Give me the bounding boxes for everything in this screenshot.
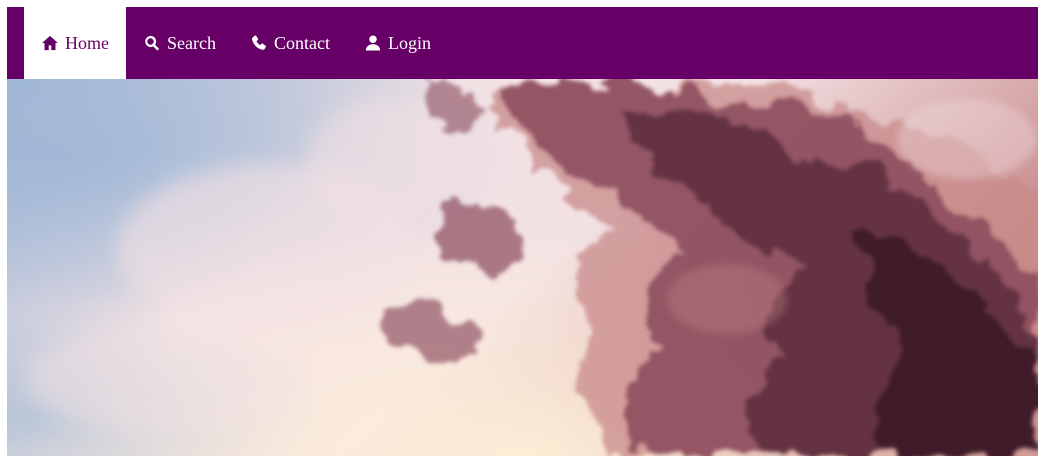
nav-item-label: Home — [65, 33, 109, 53]
search-icon — [143, 34, 161, 52]
top-navbar: Home Search Contact Login — [7, 7, 1038, 79]
page: Home Search Contact Login — [7, 7, 1038, 456]
nav-item-label: Login — [387, 33, 431, 53]
nav-item-label: Search — [167, 33, 216, 53]
hero-image — [7, 79, 1038, 456]
nav-item-search[interactable]: Search — [126, 7, 233, 79]
nav-item-home[interactable]: Home — [24, 7, 126, 79]
nav-item-label: Contact — [273, 33, 330, 53]
nav-item-contact[interactable]: Contact — [233, 7, 347, 79]
home-icon — [41, 34, 59, 52]
sunset-clouds-image — [7, 79, 1038, 456]
nav-item-login[interactable]: Login — [347, 7, 448, 79]
phone-icon — [250, 34, 268, 52]
user-icon — [364, 34, 382, 52]
